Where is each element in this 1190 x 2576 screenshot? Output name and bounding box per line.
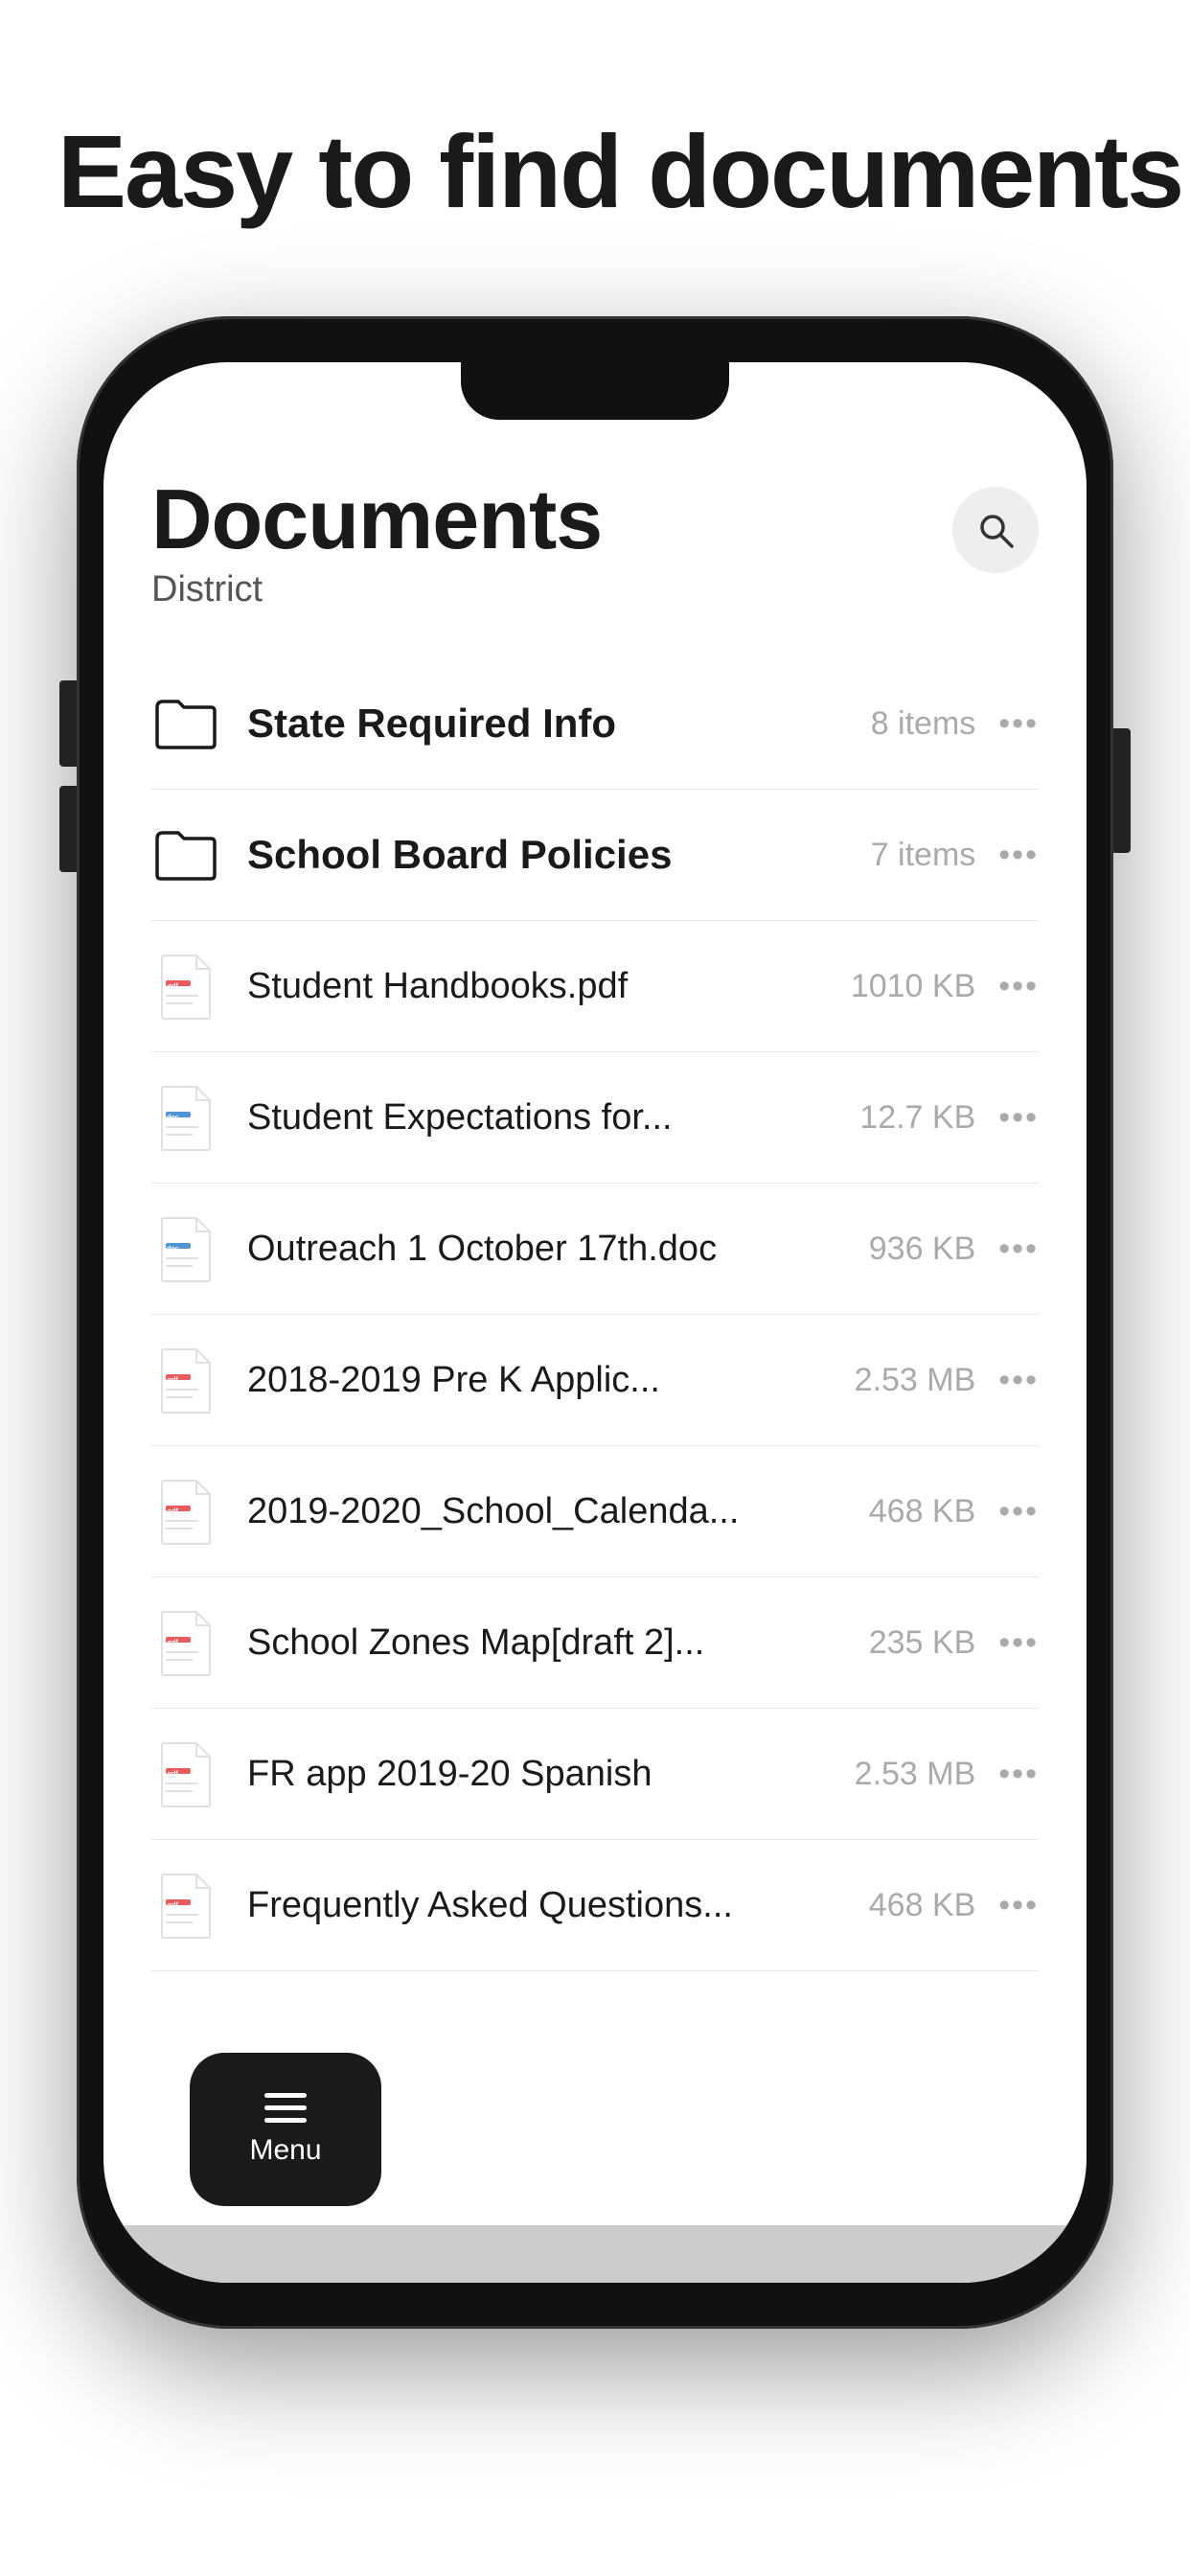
list-item[interactable]: pdf Student Handbooks.pdf 1010 KB ••• bbox=[151, 921, 1039, 1052]
item-size: 936 KB bbox=[860, 1230, 975, 1268]
documents-header: Documents District bbox=[151, 477, 1039, 610]
list-item[interactable]: pdf 2019-2020_School_Calenda... 468 KB •… bbox=[151, 1446, 1039, 1577]
item-name: Frequently Asked Questions... bbox=[247, 1885, 841, 1926]
list-item[interactable]: doc Outreach 1 October 17th.doc 936 KB •… bbox=[151, 1184, 1039, 1315]
item-size: 8 items bbox=[860, 705, 975, 743]
item-name: Student Handbooks.pdf bbox=[247, 966, 832, 1007]
power-button bbox=[1113, 728, 1131, 853]
svg-text:pdf: pdf bbox=[168, 1508, 179, 1515]
item-more-button[interactable]: ••• bbox=[998, 1756, 1039, 1793]
item-more-button[interactable]: ••• bbox=[998, 705, 1039, 743]
item-more-button[interactable]: ••• bbox=[998, 968, 1039, 1005]
item-size: 12.7 KB bbox=[859, 1099, 975, 1137]
item-name: 2019-2020_School_Calenda... bbox=[247, 1491, 841, 1532]
svg-text:pdf: pdf bbox=[168, 1902, 179, 1909]
pdf-icon: pdf bbox=[151, 1477, 220, 1546]
folder-icon bbox=[151, 689, 220, 758]
page-headline: Easy to find documents bbox=[57, 115, 1182, 229]
phone-screen: Documents District State Required Info 8… bbox=[103, 362, 1087, 2283]
list-item[interactable]: pdf FR app 2019-20 Spanish 2.53 MB ••• bbox=[151, 1709, 1039, 1840]
item-more-button[interactable]: ••• bbox=[998, 1887, 1039, 1924]
phone-frame: Documents District State Required Info 8… bbox=[77, 316, 1113, 2329]
item-more-button[interactable]: ••• bbox=[998, 1624, 1039, 1662]
item-name: Student Expectations for... bbox=[247, 1097, 840, 1138]
list-item[interactable]: pdf 2018-2019 Pre K Applic... 2.53 MB ••… bbox=[151, 1315, 1039, 1446]
svg-text:pdf: pdf bbox=[168, 983, 179, 990]
item-name: State Required Info bbox=[247, 701, 841, 747]
volume-up-button bbox=[59, 680, 77, 767]
item-more-button[interactable]: ••• bbox=[998, 1099, 1039, 1137]
item-size: 468 KB bbox=[860, 1887, 975, 1924]
search-icon bbox=[976, 511, 1015, 549]
item-name: School Board Policies bbox=[247, 832, 841, 878]
item-size: 7 items bbox=[860, 837, 975, 874]
pdf-icon: pdf bbox=[151, 952, 220, 1021]
item-more-button[interactable]: ••• bbox=[998, 1493, 1039, 1530]
item-name: FR app 2019-20 Spanish bbox=[247, 1754, 835, 1795]
documents-title: Documents bbox=[151, 477, 602, 562]
svg-text:doc: doc bbox=[167, 1246, 179, 1253]
notch bbox=[461, 362, 729, 420]
list-item[interactable]: State Required Info 8 items ••• bbox=[151, 658, 1039, 790]
documents-subtitle: District bbox=[151, 569, 602, 610]
header-text: Documents District bbox=[151, 477, 602, 610]
menu-icon bbox=[264, 2093, 307, 2123]
item-size: 2.53 MB bbox=[855, 1362, 976, 1399]
doc-icon: doc bbox=[151, 1083, 220, 1152]
item-name: Outreach 1 October 17th.doc bbox=[247, 1229, 841, 1270]
item-size: 235 KB bbox=[860, 1624, 975, 1662]
item-size: 468 KB bbox=[860, 1493, 975, 1530]
item-more-button[interactable]: ••• bbox=[998, 1230, 1039, 1268]
item-name: School Zones Map[draft 2]... bbox=[247, 1622, 841, 1664]
screen-content: Documents District State Required Info 8… bbox=[103, 429, 1087, 2283]
list-item[interactable]: doc Student Expectations for... 12.7 KB … bbox=[151, 1052, 1039, 1184]
menu-label: Menu bbox=[249, 2134, 321, 2167]
svg-text:pdf: pdf bbox=[168, 1377, 179, 1384]
list-item[interactable]: School Board Policies 7 items ••• bbox=[151, 790, 1039, 921]
list-item[interactable]: pdf Frequently Asked Questions... 468 KB… bbox=[151, 1840, 1039, 1971]
item-name: 2018-2019 Pre K Applic... bbox=[247, 1360, 835, 1401]
doc-icon: doc bbox=[151, 1214, 220, 1283]
item-more-button[interactable]: ••• bbox=[998, 1362, 1039, 1399]
pdf-icon: pdf bbox=[151, 1608, 220, 1677]
volume-down-button bbox=[59, 786, 77, 872]
pdf-icon: pdf bbox=[151, 1739, 220, 1808]
svg-text:doc: doc bbox=[167, 1115, 179, 1121]
item-more-button[interactable]: ••• bbox=[998, 837, 1039, 874]
item-size: 2.53 MB bbox=[855, 1756, 976, 1793]
bottom-strip bbox=[103, 2225, 1087, 2283]
svg-text:pdf: pdf bbox=[168, 1771, 179, 1778]
svg-text:pdf: pdf bbox=[168, 1640, 179, 1646]
menu-button[interactable]: Menu bbox=[190, 2053, 381, 2206]
folder-icon bbox=[151, 820, 220, 889]
search-button[interactable] bbox=[952, 487, 1039, 573]
file-list: State Required Info 8 items ••• School B… bbox=[151, 658, 1039, 1971]
pdf-icon: pdf bbox=[151, 1871, 220, 1940]
list-item[interactable]: pdf School Zones Map[draft 2]... 235 KB … bbox=[151, 1577, 1039, 1709]
pdf-icon: pdf bbox=[151, 1346, 220, 1414]
item-size: 1010 KB bbox=[851, 968, 975, 1005]
